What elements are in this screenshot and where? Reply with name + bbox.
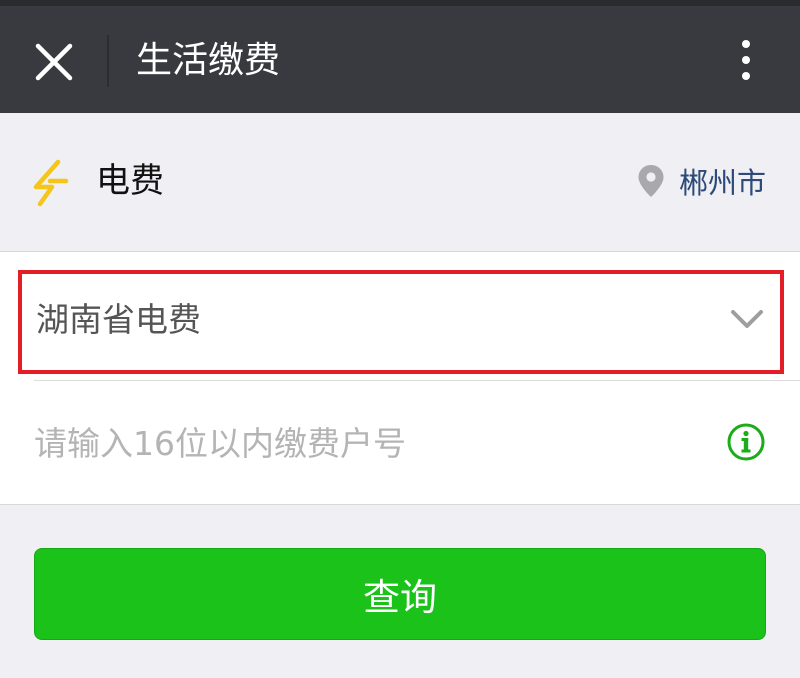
more-options-button[interactable] xyxy=(726,36,766,84)
bill-type-header: 电费 郴州市 xyxy=(0,113,800,251)
close-icon xyxy=(35,43,73,81)
close-button[interactable] xyxy=(26,34,82,90)
location-label: 郴州市 xyxy=(678,166,766,200)
form-row-divider xyxy=(34,380,800,381)
bill-type-title: 电费 xyxy=(96,161,164,201)
lightning-icon xyxy=(33,159,69,207)
page-title: 生活缴费 xyxy=(136,40,281,81)
header-separator xyxy=(107,35,109,87)
payment-form-card: 湖南省电费 xyxy=(0,252,800,504)
info-button[interactable] xyxy=(726,422,766,462)
info-icon xyxy=(727,423,765,461)
provider-select[interactable]: 湖南省电费 xyxy=(18,270,784,374)
status-strip xyxy=(0,0,800,6)
location-selector[interactable]: 郴州市 xyxy=(637,161,766,201)
provider-value: 湖南省电费 xyxy=(36,300,201,339)
query-button[interactable]: 查询 xyxy=(34,548,766,640)
chevron-down-icon xyxy=(731,310,763,328)
account-number-input[interactable] xyxy=(34,402,694,484)
card-bottom-divider xyxy=(0,504,800,505)
map-pin-icon xyxy=(638,165,664,197)
top-navigation-bar: 生活缴费 xyxy=(0,0,800,113)
